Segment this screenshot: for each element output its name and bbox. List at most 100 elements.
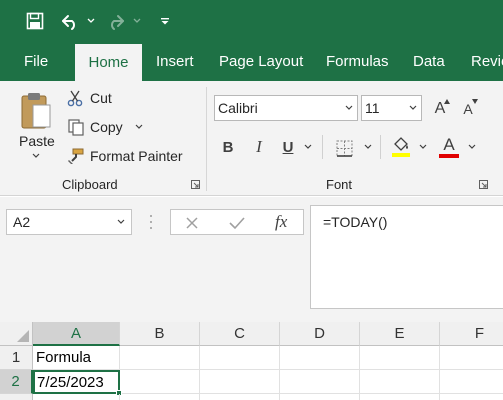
copy-dropdown-icon[interactable] (135, 124, 143, 130)
fill-color-dropdown-icon[interactable] (419, 144, 427, 150)
clipboard-group-label: Clipboard (62, 177, 118, 192)
italic-button[interactable]: I (249, 135, 269, 159)
paste-icon (21, 93, 51, 129)
column-header-e[interactable]: E (360, 322, 440, 346)
tab-data[interactable]: Data (413, 42, 445, 81)
worksheet-grid: A B C D E F 1 2 Formula 7/25/2023 (0, 322, 503, 400)
cell-f3[interactable] (440, 394, 503, 400)
underline-dropdown-icon[interactable] (304, 144, 312, 150)
cell-f2[interactable] (440, 370, 503, 394)
row-header-1[interactable]: 1 (0, 346, 33, 370)
enter-check-icon[interactable] (229, 216, 245, 230)
insert-function-button[interactable]: fx (275, 212, 287, 232)
row-header-3[interactable] (0, 394, 33, 400)
tab-page-layout[interactable]: Page Layout (219, 42, 303, 81)
bold-button[interactable]: B (218, 135, 238, 159)
font-color-glyph: A (443, 135, 455, 154)
font-name-combo[interactable]: Calibri (214, 95, 358, 121)
cell-e1[interactable] (360, 346, 440, 370)
copy-button[interactable]: Copy (66, 116, 143, 138)
tab-insert[interactable]: Insert (156, 42, 194, 81)
paste-button[interactable]: Paste (14, 89, 58, 159)
customize-qat-icon[interactable] (158, 7, 172, 35)
group-separator (206, 87, 207, 191)
tab-formulas[interactable]: Formulas (326, 42, 389, 81)
column-header-d[interactable]: D (280, 322, 360, 346)
select-all-button[interactable] (0, 322, 33, 346)
format-painter-icon (66, 146, 86, 166)
ribbon-home: Paste Cut Copy Format Painter Clipboard … (0, 81, 503, 196)
underline-button[interactable]: U (278, 135, 298, 159)
font-launcher-icon[interactable] (479, 180, 488, 189)
tab-home[interactable]: Home (75, 44, 142, 81)
cell-a3[interactable] (33, 394, 120, 400)
copy-icon (66, 117, 86, 137)
formula-bar-area: A2 fx =TODAY() (0, 197, 503, 322)
cut-button[interactable]: Cut (66, 87, 112, 109)
cell-a1[interactable]: Formula (33, 346, 120, 370)
font-color-swatch (439, 154, 459, 158)
font-size-dropdown-icon (409, 105, 417, 110)
paste-label: Paste (19, 133, 55, 149)
cell-e3[interactable] (360, 394, 440, 400)
cell-c1[interactable] (200, 346, 280, 370)
cell-c3[interactable] (200, 394, 280, 400)
save-icon[interactable] (22, 7, 48, 35)
cell-d3[interactable] (280, 394, 360, 400)
column-header-c[interactable]: C (200, 322, 280, 346)
font-color-button[interactable]: A (438, 133, 460, 161)
cell-f1[interactable] (440, 346, 503, 370)
column-header-a[interactable]: A (33, 322, 120, 346)
redo-icon[interactable] (104, 7, 128, 35)
paint-bucket-icon (392, 137, 410, 157)
font-separator (380, 135, 381, 159)
cell-e2[interactable] (360, 370, 440, 394)
font-color-dropdown-icon[interactable] (468, 144, 476, 150)
cancel-icon[interactable] (185, 216, 199, 230)
formula-input[interactable]: =TODAY() (310, 205, 503, 309)
column-header-b[interactable]: B (120, 322, 200, 346)
cell-c2[interactable] (200, 370, 280, 394)
font-name-value: Calibri (218, 100, 258, 116)
clipboard-launcher-icon[interactable] (191, 180, 200, 189)
undo-icon[interactable] (58, 7, 82, 35)
cell-d1[interactable] (280, 346, 360, 370)
cell-b3[interactable] (120, 394, 200, 400)
increase-arrow-icon (444, 99, 450, 104)
cell-a2[interactable]: 7/25/2023 (33, 370, 120, 394)
column-header-f[interactable]: F (440, 322, 503, 346)
font-group-label: Font (326, 177, 353, 192)
redo-dropdown-icon[interactable] (130, 7, 144, 35)
excel-window: File Home Insert Page Layout Formulas Da… (0, 0, 503, 400)
font-size-combo[interactable]: 11 (361, 95, 422, 121)
name-box[interactable]: A2 (6, 209, 132, 235)
title-bar (0, 0, 503, 42)
scissors-icon (66, 88, 86, 108)
name-box-value: A2 (13, 214, 31, 230)
name-box-dropdown-icon[interactable] (117, 219, 125, 225)
tab-review[interactable]: Revie (471, 42, 503, 81)
cell-b2[interactable] (120, 370, 200, 394)
format-painter-label: Format Painter (90, 148, 183, 164)
formula-bar-grip-icon[interactable] (149, 214, 153, 230)
borders-dropdown-icon[interactable] (364, 144, 372, 150)
font-separator (322, 135, 323, 159)
borders-icon (336, 140, 352, 157)
cell-d2[interactable] (280, 370, 360, 394)
tab-file[interactable]: File (24, 42, 48, 81)
decrease-font-size-button[interactable]: A (458, 97, 478, 121)
formula-text: =TODAY() (323, 214, 388, 230)
undo-dropdown-icon[interactable] (84, 7, 98, 35)
cell-b1[interactable] (120, 346, 200, 370)
increase-font-size-button[interactable]: A (430, 97, 450, 121)
row-header-2[interactable]: 2 (0, 370, 33, 394)
font-name-dropdown-icon (345, 105, 353, 110)
borders-button[interactable] (334, 136, 354, 160)
format-painter-button[interactable]: Format Painter (66, 145, 183, 167)
copy-label: Copy (90, 119, 123, 135)
decrease-arrow-icon (472, 99, 478, 104)
font-size-value: 11 (365, 100, 380, 116)
select-all-icon (17, 330, 29, 342)
paste-dropdown-icon[interactable] (32, 153, 40, 159)
fill-color-button[interactable] (390, 134, 412, 160)
